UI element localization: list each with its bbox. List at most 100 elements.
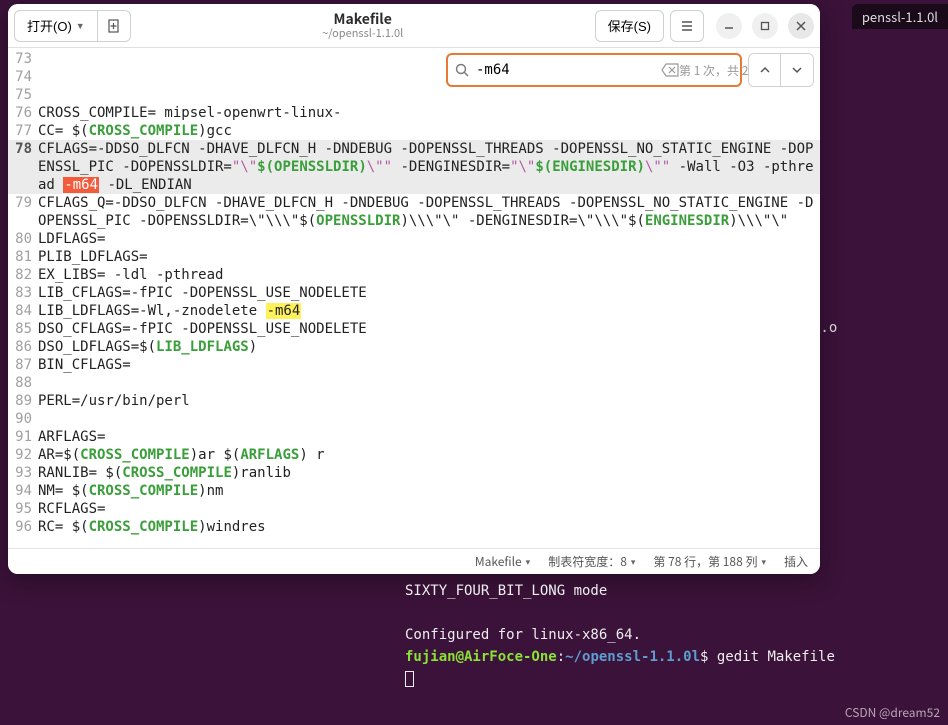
line-content: CROSS_COMPILE= mipsel-openwrt-linux- (38, 104, 820, 122)
line-number: 85 (8, 320, 38, 338)
chevron-down-icon: ▾ (526, 555, 531, 568)
line-number: 83 (8, 284, 38, 302)
title-center: Makefile ~/openssl-1.1.0l (137, 11, 589, 41)
open-label: 打开(O) (27, 16, 72, 35)
chevron-up-icon (759, 64, 771, 76)
code-line[interactable]: 80LDFLAGS= (8, 230, 820, 248)
line-content: ARFLAGS= (38, 428, 820, 446)
line-content: RCFLAGS= (38, 500, 820, 518)
line-number: 78 (8, 140, 38, 194)
line-content: LIB_CFLAGS=-fPIC -DOPENSSL_USE_NODELETE (38, 284, 820, 302)
terminal-user-host: fujian@AirFoce-One (405, 649, 557, 665)
hamburger-menu-button[interactable] (670, 10, 704, 42)
line-content: DSO_CFLAGS=-fPIC -DOPENSSL_USE_NODELETE (38, 320, 820, 338)
terminal-output-line: Configured for linux-x86_64. (405, 624, 948, 646)
line-content: PERL=/usr/bin/perl (38, 392, 820, 410)
window-subtitle: ~/openssl-1.1.0l (137, 27, 589, 40)
code-line[interactable]: 92AR=$(CROSS_COMPILE)ar $(ARFLAGS) r (8, 446, 820, 464)
line-content (38, 374, 820, 392)
terminal-path: ~/openssl-1.1.0l (565, 649, 700, 665)
editor-area[interactable]: 第 1 次，共 2 次出现 73747576CROSS_COMPILE= mip… (8, 48, 820, 548)
backspace-clear-icon[interactable] (661, 63, 679, 77)
terminal-command: gedit Makefile (717, 649, 835, 665)
line-number: 82 (8, 266, 38, 284)
status-language-label: Makefile (475, 553, 522, 570)
close-button[interactable] (788, 13, 814, 39)
code-line[interactable]: 85DSO_CFLAGS=-fPIC -DOPENSSL_USE_NODELET… (8, 320, 820, 338)
line-number: 80 (8, 230, 38, 248)
code-line[interactable]: 95RCFLAGS= (8, 500, 820, 518)
line-content (38, 410, 820, 428)
code-line[interactable]: 77CC= $(CROSS_COMPILE)gcc (8, 122, 820, 140)
line-number: 77 (8, 122, 38, 140)
code-line[interactable]: 83LIB_CFLAGS=-fPIC -DOPENSSL_USE_NODELET… (8, 284, 820, 302)
line-number: 95 (8, 500, 38, 518)
code-line[interactable]: 89PERL=/usr/bin/perl (8, 392, 820, 410)
line-number: 75 (8, 86, 38, 104)
code-line[interactable]: 93RANLIB= $(CROSS_COMPILE)ranlib (8, 464, 820, 482)
code-line[interactable]: 76CROSS_COMPILE= mipsel-openwrt-linux- (8, 104, 820, 122)
minimize-button[interactable] (716, 13, 742, 39)
terminal-output-line: SIXTY_FOUR_BIT_LONG mode (405, 580, 948, 602)
terminal[interactable]: SIXTY_FOUR_BIT_LONG mode Configured for … (405, 580, 948, 690)
status-position-label: 第 78 行，第 188 列 (653, 553, 757, 570)
titlebar: 打开(O) ▼ Makefile ~/openssl-1.1.0l 保存(S) (8, 4, 820, 48)
line-number: 88 (8, 374, 38, 392)
hamburger-icon (679, 18, 695, 34)
code-line[interactable]: 79CFLAGS_Q=-DDSO_DLFCN -DHAVE_DLFCN_H -D… (8, 194, 820, 230)
status-language[interactable]: Makefile ▾ (475, 553, 530, 570)
line-number: 81 (8, 248, 38, 266)
line-number: 92 (8, 446, 38, 464)
line-content: LIB_LDFLAGS=-Wl,-znodelete -m64 (38, 302, 820, 320)
terminal-cursor-line (405, 668, 948, 690)
new-tab-button[interactable] (97, 10, 131, 42)
code-line[interactable]: 86DSO_LDFLAGS=$(LIB_LDFLAGS) (8, 338, 820, 356)
save-button[interactable]: 保存(S) (595, 10, 664, 42)
code-line[interactable]: 90 (8, 410, 820, 428)
gedit-window: 打开(O) ▼ Makefile ~/openssl-1.1.0l 保存(S) (8, 4, 820, 574)
terminal-cursor (405, 671, 414, 687)
code-line[interactable]: 75 (8, 86, 820, 104)
code-line[interactable]: 87BIN_CFLAGS= (8, 356, 820, 374)
search-prev-button[interactable] (749, 54, 781, 86)
line-number: 86 (8, 338, 38, 356)
line-content: NM= $(CROSS_COMPILE)nm (38, 482, 820, 500)
status-tab-width[interactable]: 制表符宽度：8 ▾ (548, 553, 635, 570)
code-line[interactable]: 88 (8, 374, 820, 392)
terminal-prompt-line: fujian@AirFoce-One:~/openssl-1.1.0l$ ged… (405, 646, 948, 668)
line-number: 91 (8, 428, 38, 446)
line-number: 79 (8, 194, 38, 230)
line-number: 94 (8, 482, 38, 500)
code-line[interactable]: 96RC= $(CROSS_COMPILE)windres (8, 518, 820, 536)
line-content: EX_LIBS= -ldl -pthread (38, 266, 820, 284)
line-number: 89 (8, 392, 38, 410)
search-next-button[interactable] (781, 54, 813, 86)
code-line[interactable]: 81PLIB_LDFLAGS= (8, 248, 820, 266)
search-box: 第 1 次，共 2 次出现 (446, 53, 742, 87)
line-number: 73 (8, 50, 38, 68)
code-content[interactable]: 73747576CROSS_COMPILE= mipsel-openwrt-li… (8, 48, 820, 536)
line-number: 90 (8, 410, 38, 428)
code-line[interactable]: 84LIB_LDFLAGS=-Wl,-znodelete -m64 (8, 302, 820, 320)
code-line[interactable]: 78CFLAGS=-DDSO_DLFCN -DHAVE_DLFCN_H -DND… (8, 140, 820, 194)
line-content: CC= $(CROSS_COMPILE)gcc (38, 122, 820, 140)
line-content: CFLAGS_Q=-DDSO_DLFCN -DHAVE_DLFCN_H -DND… (38, 194, 820, 230)
line-number: 76 (8, 104, 38, 122)
chevron-down-icon: ▼ (76, 21, 85, 31)
status-cursor-position[interactable]: 第 78 行，第 188 列 ▾ (653, 553, 766, 570)
line-number: 84 (8, 302, 38, 320)
background-window-tab[interactable]: penssl-1.1.0l (852, 4, 948, 29)
open-button[interactable]: 打开(O) ▼ (14, 10, 97, 42)
line-content: LDFLAGS= (38, 230, 820, 248)
code-line[interactable]: 91ARFLAGS= (8, 428, 820, 446)
line-content: RC= $(CROSS_COMPILE)windres (38, 518, 820, 536)
search-input[interactable] (470, 62, 661, 78)
search-icon (454, 62, 470, 78)
line-content: BIN_CFLAGS= (38, 356, 820, 374)
line-content: CFLAGS=-DDSO_DLFCN -DHAVE_DLFCN_H -DNDEB… (38, 140, 820, 194)
search-bar: 第 1 次，共 2 次出现 (446, 53, 814, 87)
chevron-down-icon (791, 64, 803, 76)
code-line[interactable]: 82EX_LIBS= -ldl -pthread (8, 266, 820, 284)
code-line[interactable]: 94NM= $(CROSS_COMPILE)nm (8, 482, 820, 500)
maximize-button[interactable] (752, 13, 778, 39)
